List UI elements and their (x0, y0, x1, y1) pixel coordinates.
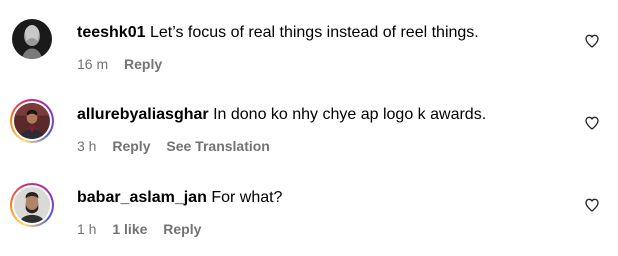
comment-username[interactable]: allurebyaliasghar (77, 106, 209, 123)
see-translation-button[interactable]: See Translation (166, 138, 269, 154)
comment-meta: 1 h 1 like Reply (77, 220, 213, 238)
avatar-image (14, 187, 50, 223)
comment-meta: 3 h Reply See Translation (77, 137, 282, 155)
comment-item: babar_aslam_jan For what? 1 h 1 like Rep… (0, 164, 618, 244)
comment-username[interactable]: babar_aslam_jan (77, 189, 207, 206)
avatar[interactable] (10, 183, 54, 227)
comment-username[interactable]: teeshk01 (77, 24, 146, 41)
comment-text-line: allurebyaliasghar In dono ko nhy chye ap… (77, 105, 486, 125)
heart-outline-icon[interactable] (584, 33, 600, 49)
reply-button[interactable]: Reply (124, 56, 162, 72)
comment-timestamp[interactable]: 16 m (77, 56, 108, 72)
likes-count[interactable]: 1 like (112, 221, 147, 237)
comment-text-line: teeshk01 Let’s focus of real things inst… (77, 23, 479, 43)
comment-body: Let’s focus of real things instead of re… (149, 24, 479, 41)
reply-button[interactable]: Reply (112, 138, 150, 154)
avatar-image (14, 103, 50, 139)
avatar[interactable] (10, 99, 54, 143)
avatar-ring-gap (12, 185, 52, 225)
avatar[interactable] (10, 17, 54, 61)
comment-item: teeshk01 Let’s focus of real things inst… (0, 0, 618, 80)
heart-outline-icon[interactable] (584, 197, 600, 213)
comment-item: allurebyaliasghar In dono ko nhy chye ap… (0, 82, 618, 162)
heart-outline-icon[interactable] (584, 115, 600, 131)
comment-meta: 16 m Reply (77, 55, 174, 73)
comment-timestamp[interactable]: 3 h (77, 138, 96, 154)
comment-timestamp[interactable]: 1 h (77, 221, 96, 237)
comment-text-line: babar_aslam_jan For what? (77, 188, 282, 208)
comment-body: In dono ko nhy chye ap logo k awards. (213, 106, 487, 123)
reply-button[interactable]: Reply (163, 221, 201, 237)
comment-body: For what? (211, 189, 283, 206)
avatar-ring-gap (12, 101, 52, 141)
avatar-image (12, 19, 52, 59)
